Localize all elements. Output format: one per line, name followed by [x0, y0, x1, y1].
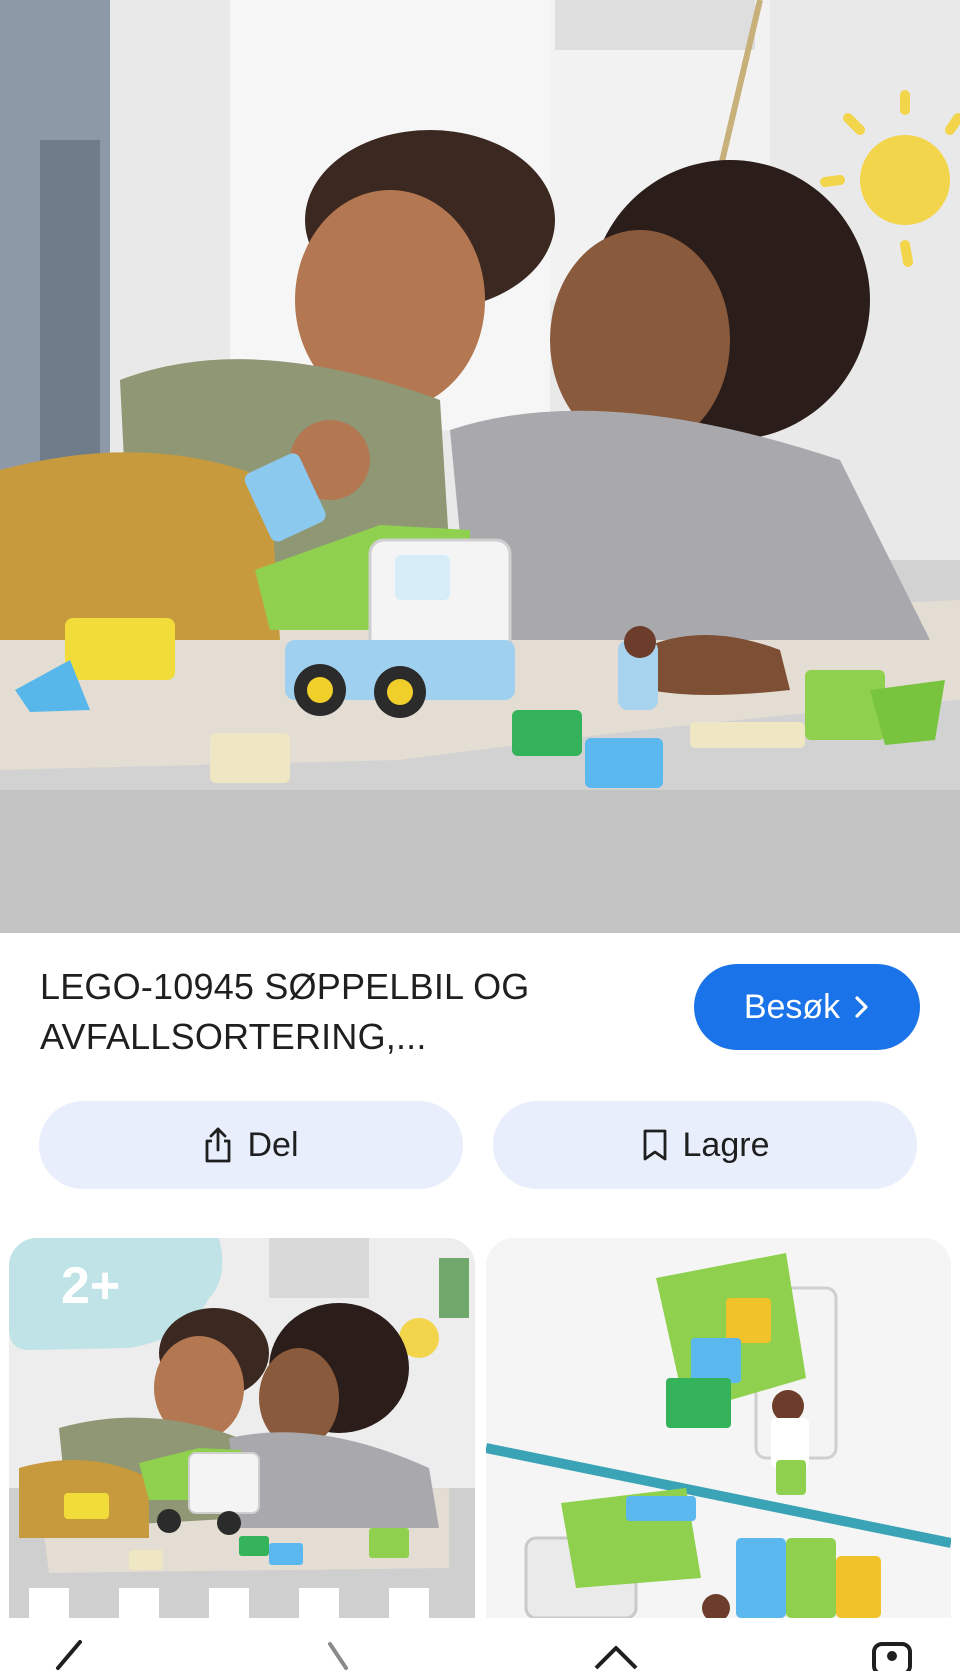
save-button[interactable]: Lagre: [493, 1101, 917, 1189]
related-image-2[interactable]: [486, 1238, 951, 1618]
visit-button[interactable]: Besøk: [694, 964, 920, 1050]
chevron-right-icon: [854, 995, 870, 1019]
hero-illustration: [0, 0, 960, 933]
thumbnail-product-illustration: [486, 1238, 951, 1618]
age-badge: 2+: [61, 1257, 121, 1315]
share-label: Del: [247, 1125, 299, 1164]
share-icon: [203, 1126, 233, 1164]
system-navigation-bar: [0, 1618, 960, 1676]
bookmark-icon: [641, 1128, 669, 1162]
product-title[interactable]: LEGO-10945 SØPPELBIL OG AVFALLSORTERING,…: [40, 962, 660, 1062]
result-header: LEGO-10945 SØPPELBIL OG AVFALLSORTERING,…: [40, 960, 920, 1060]
save-label: Lagre: [682, 1125, 770, 1164]
visit-label: Besøk: [743, 987, 841, 1026]
hero-image[interactable]: [0, 0, 960, 933]
related-image-1[interactable]: 2+: [9, 1238, 475, 1618]
share-button[interactable]: Del: [39, 1101, 463, 1189]
